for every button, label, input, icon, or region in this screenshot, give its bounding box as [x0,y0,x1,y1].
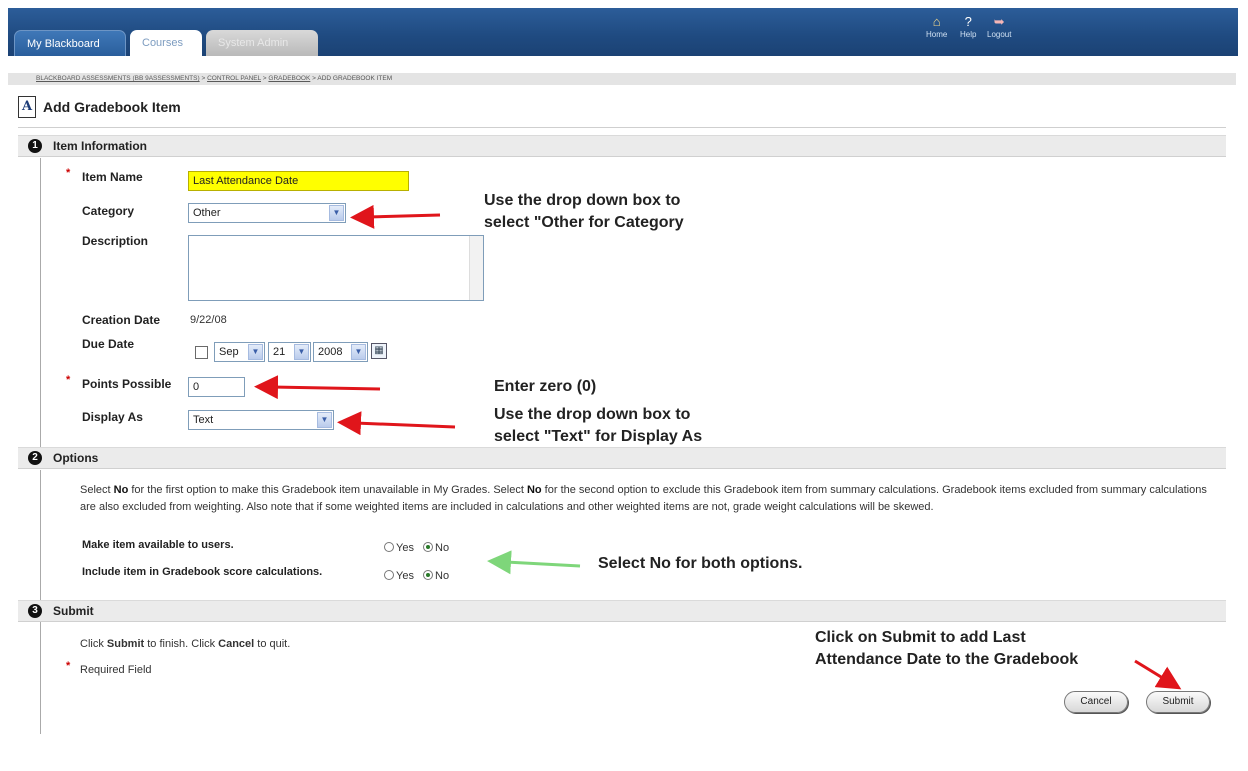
options-instructions: Select No for the first option to make t… [80,484,1207,513]
description-label: Description [82,234,149,248]
breadcrumb-separator: > [199,75,208,82]
arrow-to-submit [1134,659,1182,690]
annotation-display: Use the drop down box to select "Text" f… [494,406,703,445]
points-possible-input[interactable]: 0 [188,377,245,397]
annotation-points: Enter zero (0) [494,378,597,395]
chevron-down-icon: ▼ [317,412,332,428]
due-day-value: 21 [273,346,286,358]
logout-icon: ➥ [993,14,1005,29]
arrow-to-display [337,411,456,436]
breadcrumb-current: ADD GRADEBOOK ITEM [317,75,393,82]
make-available-radio-group: Yes No [384,542,449,554]
section-title: Options [53,451,99,465]
due-date-checkbox[interactable] [195,346,208,359]
include-calculations-radio-group: Yes No [384,570,449,582]
section-title: Submit [53,604,94,618]
category-select[interactable]: Other ▼ [188,203,346,223]
home-icon: ⌂ [932,14,941,29]
section-guide-line [40,470,41,600]
item-name-input[interactable]: Last Attendance Date [188,171,409,191]
arrow-to-category [350,204,441,229]
include-calculations-yes-radio[interactable] [384,570,394,580]
due-date-label: Due Date [82,337,135,351]
creation-date-value: 9/22/08 [190,314,227,326]
radio-no-label: No [435,542,450,554]
chevron-down-icon: ▼ [248,344,263,360]
breadcrumb-control-panel[interactable]: CONTROL PANEL [207,75,261,82]
required-marker: * [66,167,71,179]
required-marker: * [66,660,71,672]
required-marker: * [66,374,71,386]
top-navigation-bar: My Blackboard Courses System Admin ⌂ Hom… [8,8,1238,56]
step-number: 3 [28,604,42,618]
chevron-down-icon: ▼ [294,344,309,360]
tab-my-blackboard[interactable]: My Blackboard [14,30,126,56]
page-title: Add Gradebook Item [43,99,181,115]
required-field-note: Required Field [80,664,152,676]
submit-button[interactable]: Submit [1146,691,1210,713]
points-possible-label: Points Possible [82,377,172,391]
include-calculations-no-radio[interactable] [423,570,434,580]
section-title: Item Information [53,139,148,153]
chevron-down-icon: ▼ [351,344,366,360]
category-label: Category [82,204,135,218]
arrow-to-options [487,550,581,575]
due-year-value: 2008 [318,346,343,358]
breadcrumb-gradebook[interactable]: GRADEBOOK [268,75,310,82]
textarea-scrollbar[interactable] [469,236,483,300]
make-available-label: Make item available to users. [82,539,234,551]
due-day-select[interactable]: 21 ▼ [268,342,311,362]
cancel-button[interactable]: Cancel [1064,691,1128,713]
display-as-selected-value: Text [193,414,214,426]
home-link[interactable]: ⌂ Home [926,14,947,39]
description-textarea[interactable] [188,235,484,301]
help-label: Help [960,30,977,39]
annotation-options: Select No for both options. [598,555,803,572]
breadcrumb: BLACKBOARD ASSESSMENTS (BB 9ASSESSMENTS)… [8,73,1236,85]
home-label: Home [926,30,948,39]
due-month-value: Sep [219,346,239,358]
creation-date-label: Creation Date [82,313,161,327]
logout-label: Logout [987,30,1012,39]
radio-yes-label: Yes [396,570,414,582]
submit-instructions: Click Submit to finish. Click Cancel to … [80,638,291,650]
display-as-label: Display As [82,410,143,424]
title-divider [18,127,1226,128]
item-name-label: Item Name [82,170,143,184]
include-calculations-label: Include item in Gradebook score calculat… [82,566,323,578]
display-as-select[interactable]: Text ▼ [188,410,334,430]
section-guide-line [40,158,41,448]
tab-courses[interactable]: Courses [130,30,202,56]
chevron-down-icon: ▼ [329,205,344,221]
annotation-submit: Click on Submit to add Last Attendance D… [815,629,1079,668]
help-link[interactable]: ? Help [960,14,976,39]
tab-system-admin[interactable]: System Admin [206,30,318,56]
due-year-select[interactable]: 2008 ▼ [313,342,368,362]
arrow-to-points [254,375,381,400]
category-selected-value: Other [193,207,221,219]
radio-yes-label: Yes [396,542,414,554]
step-number: 2 [28,451,42,465]
section-guide-line [40,622,41,734]
make-available-no-radio[interactable] [423,542,434,552]
due-month-select[interactable]: Sep ▼ [214,342,265,362]
make-available-yes-radio[interactable] [384,542,394,552]
help-icon: ? [964,14,972,29]
annotation-category: Use the drop down box to select "Other f… [484,192,684,231]
section-header-options: 2 Options [18,447,1226,469]
gradebook-item-icon: A [18,96,36,118]
breadcrumb-course[interactable]: BLACKBOARD ASSESSMENTS (BB 9ASSESSMENTS) [36,75,200,82]
calendar-icon[interactable]: ▦ [371,343,387,359]
step-number: 1 [28,139,42,153]
radio-no-label: No [435,570,450,582]
section-header-item-information: 1 Item Information [18,135,1226,157]
logout-link[interactable]: ➥ Logout [987,14,1011,39]
section-header-submit: 3 Submit [18,600,1226,622]
